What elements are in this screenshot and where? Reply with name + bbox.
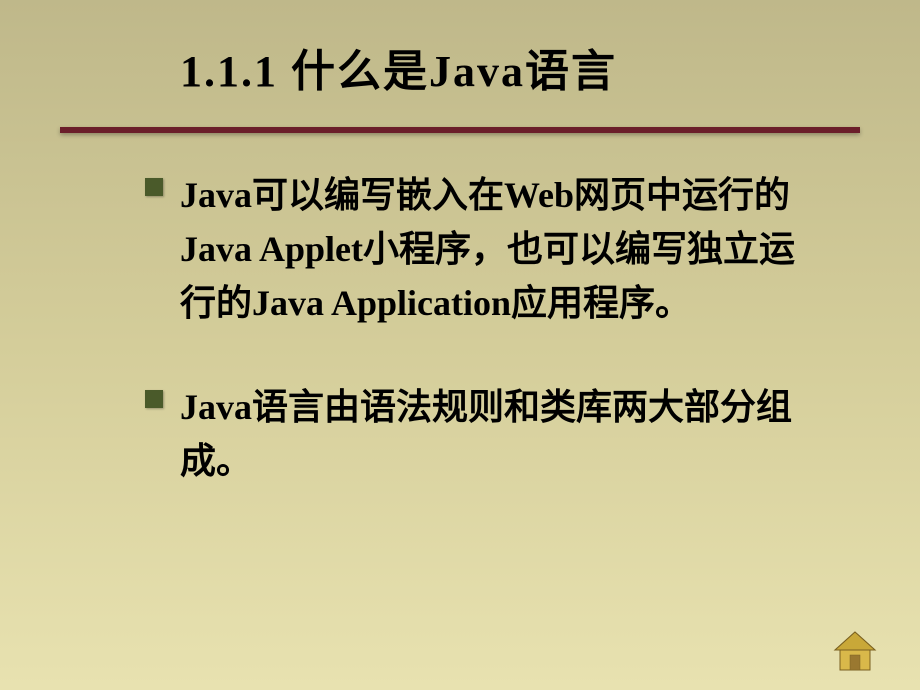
bullet-item: Java语言由语法规则和类库两大部分组成。 xyxy=(145,380,820,488)
bullet-item: Java可以编写嵌入在Web网页中运行的Java Applet小程序，也可以编写… xyxy=(145,168,820,330)
slide-container: 1.1.1 什么是Java语言 Java可以编写嵌入在Web网页中运行的Java… xyxy=(0,0,920,690)
home-icon xyxy=(830,630,880,675)
slide-title: 1.1.1 什么是Java语言 xyxy=(180,35,860,99)
square-bullet-icon xyxy=(145,390,163,408)
bullet-text: Java语言由语法规则和类库两大部分组成。 xyxy=(180,380,820,488)
title-area: 1.1.1 什么是Java语言 xyxy=(60,35,860,119)
content-area: Java可以编写嵌入在Web网页中运行的Java Applet小程序，也可以编写… xyxy=(60,168,860,488)
bullet-text: Java可以编写嵌入在Web网页中运行的Java Applet小程序，也可以编写… xyxy=(180,168,820,330)
home-button[interactable] xyxy=(830,630,880,675)
square-bullet-icon xyxy=(145,178,163,196)
title-divider xyxy=(60,127,860,133)
